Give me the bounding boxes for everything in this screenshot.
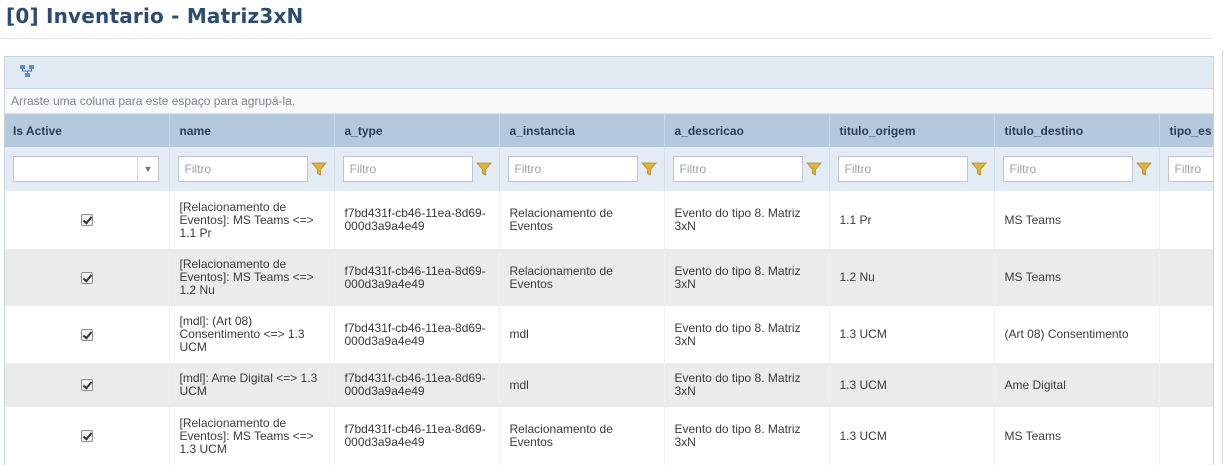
hierarchy-icon[interactable] (19, 63, 35, 79)
titulo-destino-cell: MS Teams (994, 191, 1160, 249)
a-descricao-filter-input[interactable] (672, 156, 803, 182)
is-active-filter-select[interactable]: ▼ (13, 156, 159, 182)
is-active-checkbox[interactable] (80, 214, 93, 227)
table-row[interactable]: [Relacionamento de Eventos]: MS Teams <=… (5, 191, 1213, 249)
filter-cell-a-instancia (499, 147, 665, 191)
name-cell: [Relacionamento de Eventos]: MS Teams <=… (169, 191, 335, 249)
filter-row: ▼ (5, 147, 1213, 191)
titulo-destino-filter-input[interactable] (1002, 156, 1133, 182)
a-instancia-cell: Relacionamento de Eventos (499, 191, 665, 249)
a-type-cell: f7bd431f-cb46-11ea-8d69-000d3a9a4e49 (334, 363, 500, 407)
is-active-cell (5, 407, 170, 465)
filter-funnel-icon[interactable] (475, 161, 492, 177)
name-cell: [mdl]: Ame Digital <=> 1.3 UCM (169, 363, 335, 407)
grid-table: Is Active name a_type a_instancia a_desc… (5, 114, 1213, 465)
a-instancia-filter-input[interactable] (507, 156, 638, 182)
table-row[interactable]: [mdl]: Ame Digital <=> 1.3 UCM f7bd431f-… (5, 363, 1213, 407)
a-descricao-cell: Evento do tipo 8. Matriz 3xN (664, 306, 830, 363)
is-active-cell (5, 363, 170, 407)
column-header-tipo-es[interactable]: tipo_es (1159, 114, 1213, 147)
titulo-origem-cell: 1.3 UCM (829, 363, 995, 407)
titulo-destino-cell: (Art 08) Consentimento (994, 306, 1160, 363)
filter-funnel-icon[interactable] (640, 161, 657, 177)
name-cell: [mdl]: (Art 08) Consentimento <=> 1.3 UC… (169, 306, 335, 363)
tipo-es-cell (1159, 249, 1213, 306)
a-type-cell: f7bd431f-cb46-11ea-8d69-000d3a9a4e49 (334, 249, 500, 306)
tipo-es-cell (1159, 306, 1213, 363)
filter-cell-tipo-es (1159, 147, 1213, 191)
filter-funnel-icon[interactable] (310, 161, 327, 177)
a-instancia-cell: mdl (499, 363, 665, 407)
a-descricao-cell: Evento do tipo 8. Matriz 3xN (664, 363, 830, 407)
filter-cell-titulo-origem (829, 147, 995, 191)
vertical-scrollbar[interactable] (1222, 50, 1230, 464)
is-active-checkbox[interactable] (80, 379, 93, 392)
a-instancia-cell: Relacionamento de Eventos (499, 407, 665, 465)
titulo-origem-cell: 1.1 Pr (829, 191, 995, 249)
data-grid: Arraste uma coluna para este espaço para… (4, 56, 1214, 465)
group-drop-panel[interactable]: Arraste uma coluna para este espaço para… (5, 89, 1213, 114)
a-instancia-cell: Relacionamento de Eventos (499, 249, 665, 306)
name-cell: [Relacionamento de Eventos]: MS Teams <=… (169, 249, 335, 306)
a-descricao-cell: Evento do tipo 8. Matriz 3xN (664, 249, 830, 306)
filter-cell-name (169, 147, 335, 191)
titulo-destino-cell: MS Teams (994, 249, 1160, 306)
a-instancia-cell: mdl (499, 306, 665, 363)
dropdown-arrow-icon[interactable]: ▼ (137, 157, 158, 181)
filter-funnel-icon[interactable] (805, 161, 822, 177)
a-type-cell: f7bd431f-cb46-11ea-8d69-000d3a9a4e49 (334, 407, 500, 465)
a-type-cell: f7bd431f-cb46-11ea-8d69-000d3a9a4e49 (334, 306, 500, 363)
is-active-checkbox[interactable] (80, 430, 93, 443)
a-type-cell: f7bd431f-cb46-11ea-8d69-000d3a9a4e49 (334, 191, 500, 249)
is-active-cell (5, 249, 170, 306)
filter-cell-a-type (334, 147, 500, 191)
titulo-origem-cell: 1.3 UCM (829, 407, 995, 465)
is-active-cell (5, 191, 170, 249)
header-row: Is Active name a_type a_instancia a_desc… (5, 114, 1213, 147)
table-row[interactable]: [mdl]: (Art 08) Consentimento <=> 1.3 UC… (5, 306, 1213, 363)
a-descricao-cell: Evento do tipo 8. Matriz 3xN (664, 191, 830, 249)
a-type-filter-input[interactable] (342, 156, 473, 182)
column-header-a-instancia[interactable]: a_instancia (499, 114, 665, 147)
is-active-cell (5, 306, 170, 363)
title-divider (0, 38, 1212, 39)
tipo-es-filter-input[interactable] (1167, 156, 1213, 182)
filter-cell-titulo-destino (994, 147, 1160, 191)
filter-cell-is-active: ▼ (5, 147, 170, 191)
titulo-origem-cell: 1.3 UCM (829, 306, 995, 363)
filter-funnel-icon[interactable] (970, 161, 987, 177)
name-cell: [Relacionamento de Eventos]: MS Teams <=… (169, 407, 335, 465)
tipo-es-cell (1159, 363, 1213, 407)
column-header-a-descricao[interactable]: a_descricao (664, 114, 830, 147)
filter-funnel-icon[interactable] (1135, 161, 1152, 177)
titulo-origem-cell: 1.2 Nu (829, 249, 995, 306)
name-filter-input[interactable] (177, 156, 308, 182)
page-title: [0] Inventario - Matriz3xN (6, 4, 304, 28)
titulo-destino-cell: Ame Digital (994, 363, 1160, 407)
table-row[interactable]: [Relacionamento de Eventos]: MS Teams <=… (5, 407, 1213, 465)
column-header-name[interactable]: name (169, 114, 335, 147)
column-header-a-type[interactable]: a_type (334, 114, 500, 147)
column-header-titulo-origem[interactable]: titulo_origem (829, 114, 995, 147)
column-header-titulo-destino[interactable]: titulo_destino (994, 114, 1160, 147)
filter-cell-a-descricao (664, 147, 830, 191)
grid-toolbar (5, 57, 1213, 89)
a-descricao-cell: Evento do tipo 8. Matriz 3xN (664, 407, 830, 465)
titulo-origem-filter-input[interactable] (837, 156, 968, 182)
is-active-checkbox[interactable] (80, 271, 93, 284)
is-active-checkbox[interactable] (80, 328, 93, 341)
titulo-destino-cell: MS Teams (994, 407, 1160, 465)
tipo-es-cell (1159, 191, 1213, 249)
table-row[interactable]: [Relacionamento de Eventos]: MS Teams <=… (5, 249, 1213, 306)
tipo-es-cell (1159, 407, 1213, 465)
column-header-is-active[interactable]: Is Active (5, 114, 170, 147)
